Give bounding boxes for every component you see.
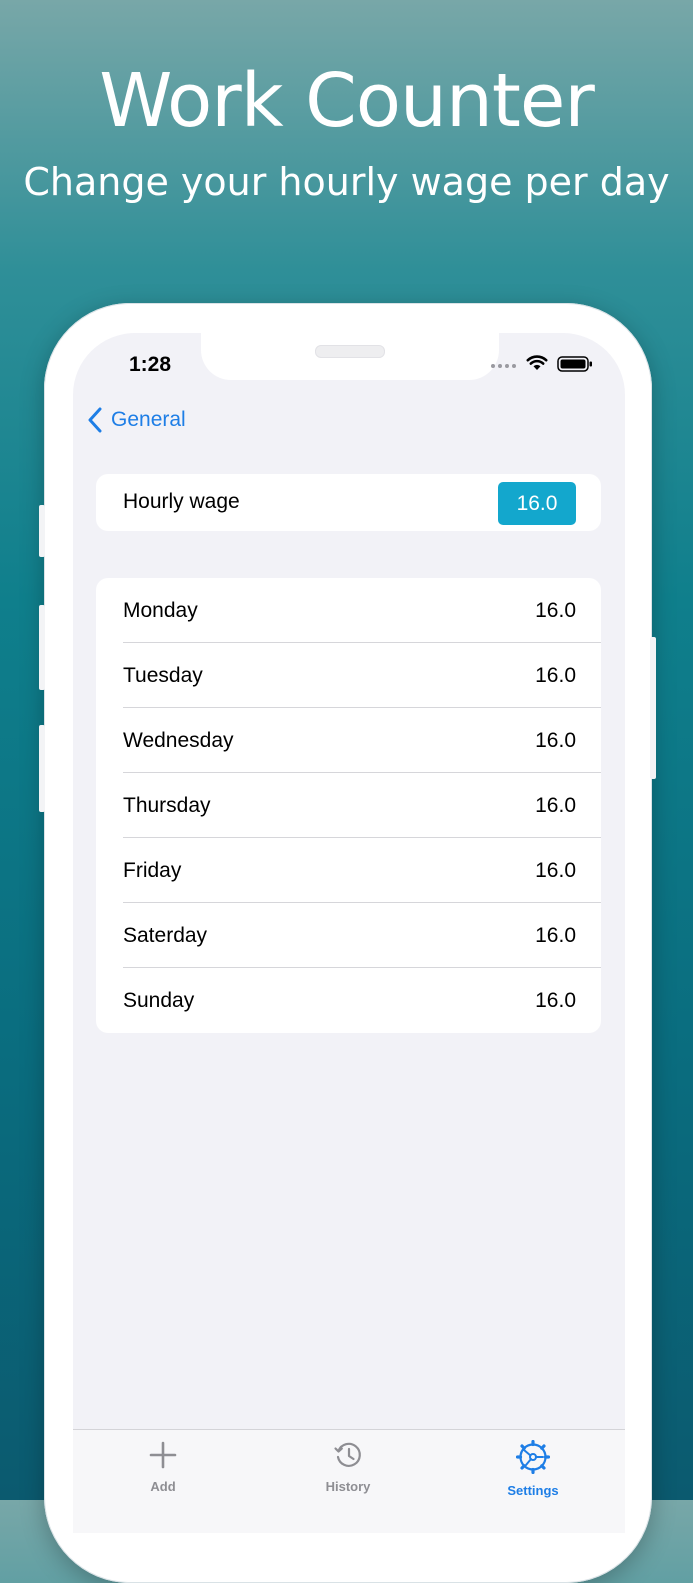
- day-label: Friday: [123, 859, 182, 882]
- promo-subtitle: Change your hourly wage per day: [23, 160, 670, 204]
- notch: [201, 333, 499, 380]
- day-label: Saterday: [123, 924, 208, 947]
- status-time: 1:28: [129, 353, 172, 376]
- back-button-label: General: [111, 408, 186, 431]
- tab-settings[interactable]: Settings: [473, 1439, 593, 1498]
- day-row-friday[interactable]: Friday 16.0: [96, 838, 601, 903]
- day-wage-value: 16.0: [535, 664, 576, 687]
- day-label: Wednesday: [123, 729, 234, 752]
- speaker-grille: [315, 345, 385, 358]
- tab-bar: Add History Settings: [73, 1429, 625, 1533]
- tab-history[interactable]: History: [288, 1440, 408, 1494]
- day-wage-value: 16.0: [535, 729, 576, 752]
- promo-title: Work Counter: [99, 58, 595, 144]
- day-row-monday[interactable]: Monday 16.0: [96, 578, 601, 643]
- phone-side-button: [39, 505, 45, 557]
- daily-wage-list: Monday 16.0 Tuesday 16.0 Wednesday 16.0 …: [96, 578, 601, 1033]
- tab-history-label: History: [325, 1479, 371, 1494]
- day-row-saterday[interactable]: Saterday 16.0: [96, 903, 601, 968]
- day-label: Tuesday: [123, 664, 203, 687]
- history-clock-icon: [334, 1442, 361, 1467]
- tab-add-label: Add: [150, 1479, 176, 1494]
- day-row-wednesday[interactable]: Wednesday 16.0: [96, 708, 601, 773]
- day-label: Sunday: [123, 989, 195, 1012]
- back-button[interactable]: General: [87, 407, 186, 433]
- day-wage-value: 16.0: [535, 794, 576, 817]
- signal-icon: [491, 364, 516, 368]
- hourly-wage-label: Hourly wage: [123, 490, 240, 513]
- gear-icon: [515, 1439, 551, 1475]
- phone-volume-down-button: [39, 725, 45, 812]
- phone-screen: 1:28 General Hourly wage 16.0 Monday 16.…: [73, 333, 625, 1533]
- day-wage-value: 16.0: [535, 599, 576, 622]
- wifi-icon: [526, 355, 548, 370]
- tab-settings-label: Settings: [507, 1483, 559, 1498]
- battery-icon: [557, 356, 592, 372]
- day-row-tuesday[interactable]: Tuesday 16.0: [96, 643, 601, 708]
- hourly-wage-input[interactable]: 16.0: [498, 482, 576, 525]
- tab-add[interactable]: Add: [103, 1440, 223, 1494]
- day-row-thursday[interactable]: Thursday 16.0: [96, 773, 601, 838]
- phone-power-button: [650, 637, 656, 779]
- plus-icon: [149, 1441, 177, 1469]
- phone-volume-up-button: [39, 605, 45, 690]
- day-wage-value: 16.0: [535, 989, 576, 1012]
- day-row-sunday[interactable]: Sunday 16.0: [96, 968, 601, 1033]
- day-label: Monday: [123, 599, 198, 622]
- day-wage-value: 16.0: [535, 924, 576, 947]
- day-wage-value: 16.0: [535, 859, 576, 882]
- day-label: Thursday: [123, 794, 211, 817]
- chevron-left-icon: [88, 407, 102, 433]
- hourly-wage-card: Hourly wage 16.0: [96, 474, 601, 531]
